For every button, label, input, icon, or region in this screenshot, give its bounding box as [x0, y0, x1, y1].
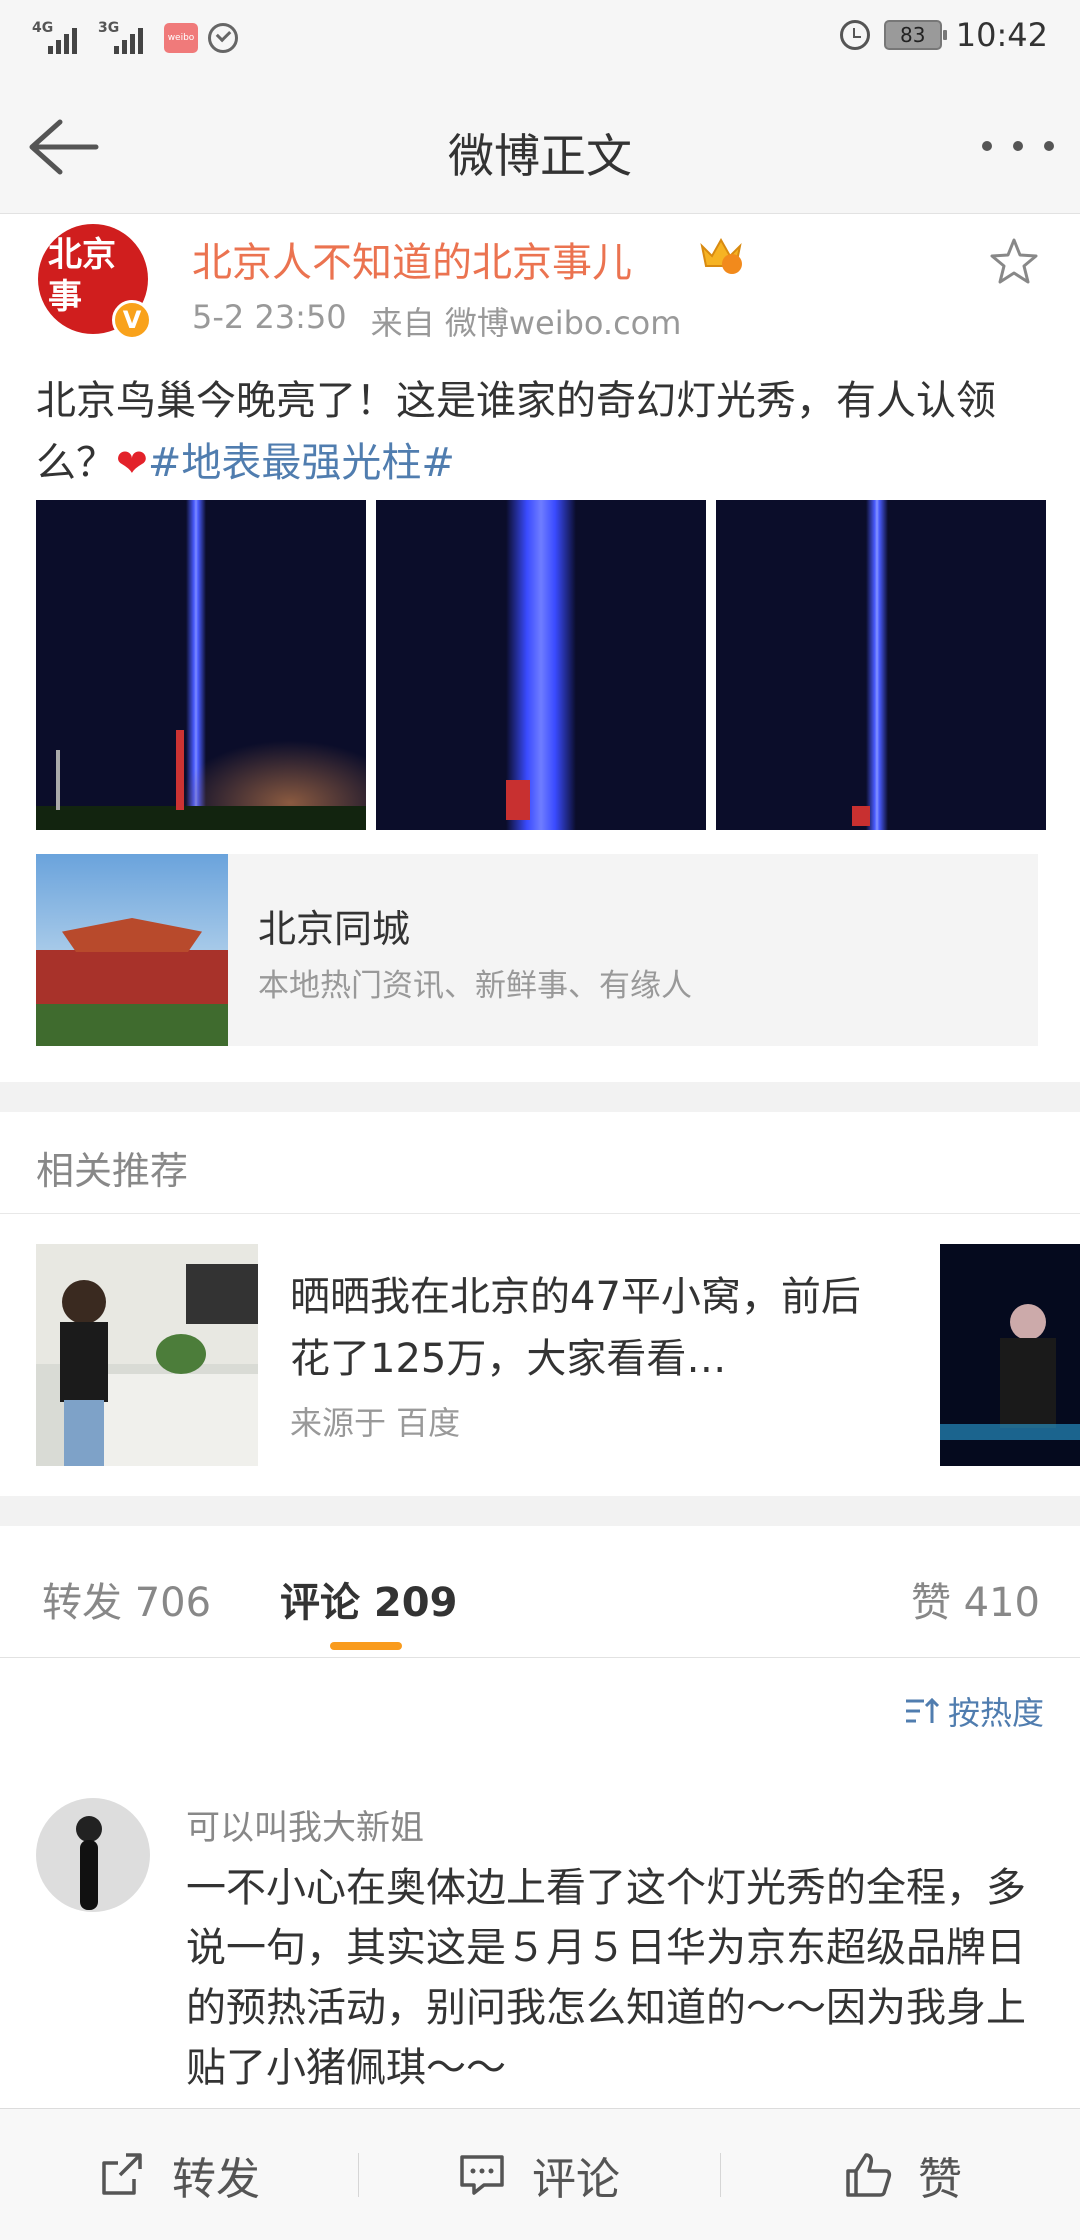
- more-dot-icon: [1013, 141, 1023, 151]
- related-header: 相关推荐: [0, 1112, 1080, 1214]
- hashtag-link[interactable]: #地表最强光柱#: [148, 440, 455, 486]
- title-bar: 微博正文: [0, 82, 1080, 214]
- divider: [720, 2153, 721, 2197]
- sort-icon: [905, 1697, 940, 1723]
- favorite-button[interactable]: [986, 234, 1042, 290]
- clock: 10:42: [955, 16, 1048, 54]
- like-button[interactable]: 赞: [842, 2109, 962, 2240]
- link-card-title: 北京同城: [258, 907, 411, 951]
- tab-like[interactable]: 赞 410: [911, 1570, 1040, 1628]
- status-bar: 4G 3G weibo 83 10:42: [0, 0, 1080, 82]
- sort-by-hot-button[interactable]: 按热度: [904, 1688, 1044, 1734]
- more-dot-icon: [982, 141, 992, 151]
- signal-icon: 4G: [32, 18, 88, 58]
- post-source: 来自 微博weibo.com: [370, 304, 682, 342]
- related-item[interactable]: 晒晒我在北京的47平小窝，前后花了125万，大家看看… 来源于 百度: [0, 1214, 1080, 1496]
- comment-label: 评论: [532, 2154, 620, 2205]
- related-source: 来源于 百度: [290, 1404, 461, 1442]
- repost-icon: [102, 2153, 142, 2195]
- more-options-button[interactable]: [982, 126, 1054, 166]
- repost-button[interactable]: 转发: [96, 2109, 260, 2240]
- tab-comment[interactable]: 评论 209: [280, 1570, 457, 1628]
- like-label: 赞: [918, 2154, 962, 2205]
- post-image-3[interactable]: [716, 500, 1046, 830]
- comment-avatar[interactable]: [36, 1798, 150, 1912]
- comment-button[interactable]: 评论: [456, 2109, 620, 2240]
- link-card-thumbnail: [36, 854, 228, 1046]
- vip-crown-icon: [700, 237, 742, 274]
- post-image-1[interactable]: [36, 500, 366, 830]
- comment-text: 一不小心在奥体边上看了这个灯光秀的全程，多说一句，其实这是５月５日华为京东超级品…: [186, 1865, 1026, 2091]
- link-card[interactable]: 北京同城 本地热门资讯、新鲜事、有缘人: [36, 854, 1038, 1046]
- weibo-notification-icon: weibo: [164, 23, 198, 53]
- status-left: 4G 3G weibo: [32, 18, 238, 58]
- link-card-description: 本地热门资讯、新鲜事、有缘人: [258, 968, 692, 1004]
- engagement-tabs: 转发 706 评论 209 赞 410: [0, 1526, 1080, 1658]
- active-tab-indicator: [330, 1642, 402, 1650]
- sort-label: 按热度: [947, 1694, 1044, 1732]
- related-text: 晒晒我在北京的47平小窝，前后花了125万，大家看看…: [290, 1274, 861, 1382]
- heart-icon: ❤: [116, 441, 148, 485]
- related-thumbnail-next[interactable]: [940, 1244, 1080, 1466]
- tab-repost[interactable]: 转发 706: [42, 1570, 211, 1628]
- battery-icon: 83: [883, 20, 947, 50]
- signal-icon: 3G: [98, 18, 154, 58]
- page-title: 微博正文: [448, 129, 632, 183]
- related-title: 相关推荐: [36, 1149, 189, 1193]
- thumbs-up-icon: [846, 2153, 892, 2197]
- star-icon: [990, 238, 1038, 284]
- repost-label: 转发: [172, 2154, 260, 2205]
- related-thumbnail: [36, 1244, 258, 1466]
- comment-user-name[interactable]: 可以叫我大新姐: [186, 1800, 424, 1849]
- comment-icon: [460, 2155, 504, 2195]
- more-dot-icon: [1044, 141, 1054, 151]
- comment-list: 按热度 可以叫我大新姐 一不小心在奥体边上看了这个灯光秀的全程，多说一句，其实这…: [0, 1658, 1080, 2108]
- divider: [358, 2153, 359, 2197]
- status-right: 83 10:42: [839, 16, 1048, 54]
- alarm-icon: [839, 20, 870, 50]
- user-name[interactable]: 北京人不知道的北京事儿: [192, 230, 632, 288]
- post-text: 北京鸟巢今晚亮了！这是谁家的奇幻灯光秀，有人认领么？❤#地表最强光柱#: [36, 370, 1046, 494]
- post-image-2[interactable]: [376, 500, 706, 830]
- bottom-action-bar: 转发 评论 赞: [0, 2108, 1080, 2240]
- weibo-post: 北京事 V 北京人不知道的北京事儿 5-2 23:50 来自 微博weibo.c…: [0, 214, 1080, 1082]
- verified-badge-icon: V: [112, 300, 152, 340]
- check-icon: [208, 23, 238, 53]
- post-time: 5-2 23:50: [192, 298, 347, 336]
- post-meta: 5-2 23:50 来自 微博weibo.com: [192, 298, 681, 344]
